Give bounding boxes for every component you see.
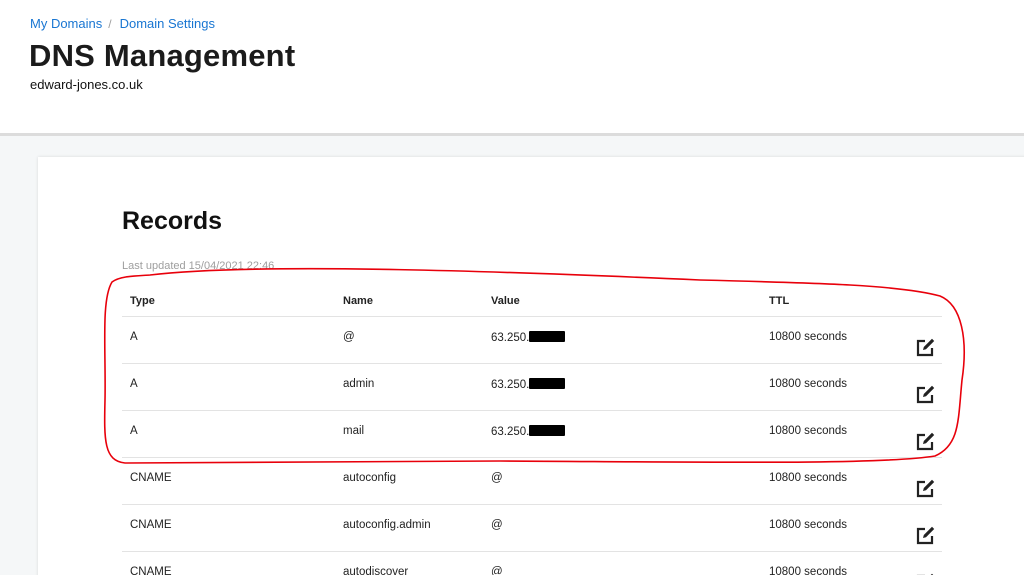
redaction-mark (529, 425, 566, 436)
table-body: A @63.250. 10800 seconds Aadmin 63.250. 10800… (122, 317, 942, 575)
column-header-type[interactable]: Type (130, 295, 155, 307)
record-ttl: 10800 seconds (769, 566, 848, 575)
table-header: Type Name Value TTL (122, 285, 942, 317)
table-row: CNAME autodiscover @10800 seconds (122, 552, 942, 575)
record-value-text: 63.250. (491, 379, 530, 391)
column-header-value[interactable]: Value (491, 295, 520, 307)
record-type: A (130, 425, 138, 437)
page-title: DNS Management (29, 38, 296, 73)
last-updated-text: Last updated 15/04/2021 22:46 (122, 260, 275, 272)
record-value: @ (491, 566, 503, 575)
breadcrumb: My Domains / Domain Settings (30, 16, 215, 31)
record-value-text: @ (491, 566, 503, 575)
records-title: Records (122, 207, 223, 235)
domain-name: edward-jones.co.uk (30, 77, 143, 92)
record-ttl: 10800 seconds (769, 378, 848, 390)
redaction-mark (529, 331, 566, 342)
breadcrumb-my-domains[interactable]: My Domains (30, 16, 102, 31)
record-value: 63.250. (491, 331, 566, 344)
record-name: autoconfig.admin (343, 519, 431, 531)
record-ttl: 10800 seconds (769, 425, 848, 437)
record-type: CNAME (130, 519, 172, 531)
column-header-ttl[interactable]: TTL (769, 295, 789, 307)
edit-icon[interactable] (915, 525, 937, 545)
record-name: @ (343, 331, 355, 343)
edit-icon[interactable] (915, 431, 937, 451)
record-type: CNAME (130, 566, 172, 575)
record-value: 63.250. (491, 425, 566, 438)
record-value: @ (491, 519, 503, 531)
record-name: admin (343, 378, 375, 390)
record-value: 63.250. (491, 378, 566, 391)
record-ttl: 10800 seconds (769, 331, 848, 343)
record-ttl: 10800 seconds (769, 472, 848, 484)
record-type: A (130, 331, 138, 343)
table-row: CNAME autoconfig.admin @10800 seconds (122, 505, 942, 552)
record-value: @ (491, 472, 503, 484)
records-table: Type Name Value TTL A @63.250. 10800 secon… (122, 285, 942, 575)
table-row: Amail 63.250. 10800 seconds (122, 411, 942, 458)
breadcrumb-domain-settings[interactable]: Domain Settings (120, 16, 215, 31)
edit-icon[interactable] (915, 384, 937, 404)
record-name: mail (343, 425, 365, 437)
edit-icon[interactable] (915, 478, 937, 498)
table-row: Aadmin 63.250. 10800 seconds (122, 364, 942, 411)
page-header: My Domains / Domain Settings DNS Managem… (0, 0, 1024, 133)
table-row: CNAME autoconfig @10800 seconds (122, 458, 942, 505)
edit-icon[interactable] (915, 337, 937, 357)
table-row: A @63.250. 10800 seconds (122, 317, 942, 364)
record-name: autoconfig (343, 472, 397, 484)
record-ttl: 10800 seconds (769, 519, 848, 531)
column-header-name[interactable]: Name (343, 295, 373, 307)
redaction-mark (529, 378, 566, 389)
record-name: autodiscover (343, 566, 409, 575)
record-value-text: 63.250. (491, 332, 530, 344)
record-type: CNAME (130, 472, 172, 484)
record-type: A (130, 378, 138, 390)
record-value-text: 63.250. (491, 426, 530, 438)
breadcrumb-separator: / (108, 16, 112, 31)
record-value-text: @ (491, 472, 503, 484)
record-value-text: @ (491, 519, 503, 531)
